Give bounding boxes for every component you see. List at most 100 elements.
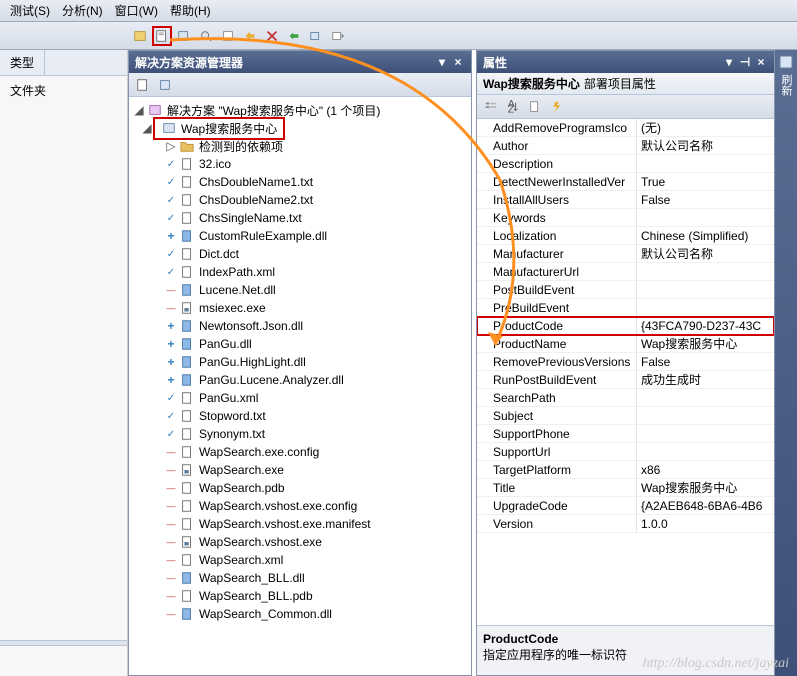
property-value[interactable]: 成功生成时 bbox=[637, 371, 774, 388]
property-value[interactable]: Chinese (Simplified) bbox=[637, 227, 774, 244]
tree-file[interactable]: 32.ico bbox=[129, 155, 471, 173]
tree-file[interactable]: Lucene.Net.dll bbox=[129, 281, 471, 299]
property-row[interactable]: Manufacturer 默认公司名称 bbox=[477, 245, 774, 263]
property-value[interactable]: x86 bbox=[637, 461, 774, 478]
tree-file[interactable]: ChsDoubleName1.txt bbox=[129, 173, 471, 191]
toolbar-btn-8[interactable] bbox=[284, 26, 304, 46]
dropdown-icon[interactable]: ▾ bbox=[722, 55, 736, 69]
close-icon[interactable]: × bbox=[451, 55, 465, 69]
property-value[interactable]: Wap搜索服务中心 bbox=[637, 479, 774, 496]
property-row[interactable]: Version 1.0.0 bbox=[477, 515, 774, 533]
property-row[interactable]: AddRemoveProgramsIco (无) bbox=[477, 119, 774, 137]
property-value[interactable] bbox=[637, 281, 774, 298]
property-row[interactable]: ProductName Wap搜索服务中心 bbox=[477, 335, 774, 353]
property-row[interactable]: PostBuildEvent bbox=[477, 281, 774, 299]
property-value[interactable] bbox=[637, 443, 774, 460]
property-row[interactable]: UpgradeCode {A2AEB648-6BA6-4B6 bbox=[477, 497, 774, 515]
property-value[interactable]: (无) bbox=[637, 119, 774, 136]
pin-icon[interactable]: ⊣ bbox=[738, 55, 752, 69]
tree-file[interactable]: WapSearch.xml bbox=[129, 551, 471, 569]
tree-file[interactable]: ChsSingleName.txt bbox=[129, 209, 471, 227]
menu-test[interactable]: 测试(S) bbox=[4, 0, 56, 21]
tree-file[interactable]: PanGu.Lucene.Analyzer.dll bbox=[129, 371, 471, 389]
property-row[interactable]: Description bbox=[477, 155, 774, 173]
props-object-selector[interactable]: Wap搜索服务中心 部署项目属性 bbox=[477, 73, 774, 95]
property-value[interactable] bbox=[637, 155, 774, 172]
property-value[interactable]: False bbox=[637, 353, 774, 370]
tree-project[interactable]: ◢ Wap搜索服务中心 bbox=[129, 119, 471, 137]
property-value[interactable]: 默认公司名称 bbox=[637, 137, 774, 154]
property-row[interactable]: ProductCode {43FCA790-D237-43C bbox=[477, 317, 774, 335]
toolbar-btn-10[interactable] bbox=[328, 26, 348, 46]
toolbar-btn-6[interactable] bbox=[240, 26, 260, 46]
props-header[interactable]: 属性 ▾ ⊣ × bbox=[477, 51, 774, 73]
property-value[interactable] bbox=[637, 299, 774, 316]
tree-file[interactable]: Dict.dct bbox=[129, 245, 471, 263]
property-row[interactable]: Author 默认公司名称 bbox=[477, 137, 774, 155]
tree-file[interactable]: WapSearch.vshost.exe bbox=[129, 533, 471, 551]
props-categorize-btn[interactable] bbox=[481, 97, 501, 117]
menu-help[interactable]: 帮助(H) bbox=[164, 0, 217, 21]
property-value[interactable]: False bbox=[637, 191, 774, 208]
tree-file[interactable]: PanGu.xml bbox=[129, 389, 471, 407]
property-value[interactable]: 默认公司名称 bbox=[637, 245, 774, 262]
tree-file[interactable]: PanGu.dll bbox=[129, 335, 471, 353]
props-alpha-btn[interactable]: AZ bbox=[503, 97, 523, 117]
close-icon[interactable]: × bbox=[754, 55, 768, 69]
tree-file[interactable]: Stopword.txt bbox=[129, 407, 471, 425]
property-value[interactable]: {43FCA790-D237-43C bbox=[637, 317, 774, 334]
property-value[interactable] bbox=[637, 209, 774, 226]
props-pages-btn[interactable] bbox=[525, 97, 545, 117]
property-value[interactable]: True bbox=[637, 173, 774, 190]
property-row[interactable]: SupportPhone bbox=[477, 425, 774, 443]
property-value[interactable]: Wap搜索服务中心 bbox=[637, 335, 774, 352]
collapse-icon[interactable]: ◢ bbox=[141, 122, 153, 134]
left-tab-type[interactable]: 类型 bbox=[0, 50, 45, 75]
collapse-icon[interactable]: ◢ bbox=[133, 104, 145, 116]
menu-window[interactable]: 窗口(W) bbox=[109, 0, 164, 21]
property-value[interactable] bbox=[637, 389, 774, 406]
toolbar-btn-4[interactable] bbox=[196, 26, 216, 46]
tree-file[interactable]: Synonym.txt bbox=[129, 425, 471, 443]
tree-file[interactable]: WapSearch_Common.dll bbox=[129, 605, 471, 623]
right-dock-strip[interactable]: 刷新 bbox=[775, 50, 797, 676]
property-row[interactable]: SupportUrl bbox=[477, 443, 774, 461]
property-row[interactable]: RunPostBuildEvent 成功生成时 bbox=[477, 371, 774, 389]
property-row[interactable]: InstallAllUsers False bbox=[477, 191, 774, 209]
property-grid[interactable]: AddRemoveProgramsIco (无) Author 默认公司名称 D… bbox=[477, 119, 774, 625]
tree-file[interactable]: WapSearch_BLL.pdb bbox=[129, 587, 471, 605]
property-row[interactable]: Localization Chinese (Simplified) bbox=[477, 227, 774, 245]
explorer-header[interactable]: 解决方案资源管理器 ▾ × bbox=[129, 51, 471, 73]
toolbar-btn-3[interactable] bbox=[174, 26, 194, 46]
tree-file[interactable]: Newtonsoft.Json.dll bbox=[129, 317, 471, 335]
tree-file[interactable]: IndexPath.xml bbox=[129, 263, 471, 281]
dropdown-icon[interactable]: ▾ bbox=[435, 55, 449, 69]
tree-file[interactable]: WapSearch.vshost.exe.manifest bbox=[129, 515, 471, 533]
solution-tree[interactable]: ◢ 解决方案 "Wap搜索服务中心" (1 个项目) ◢ Wap搜索服务中心 ▷… bbox=[129, 97, 471, 675]
tree-file[interactable]: CustomRuleExample.dll bbox=[129, 227, 471, 245]
tree-file[interactable]: msiexec.exe bbox=[129, 299, 471, 317]
property-row[interactable]: SearchPath bbox=[477, 389, 774, 407]
tree-deps-folder[interactable]: ▷ 检测到的依赖项 bbox=[129, 137, 471, 155]
property-row[interactable]: DetectNewerInstalledVer True bbox=[477, 173, 774, 191]
property-row[interactable]: TargetPlatform x86 bbox=[477, 461, 774, 479]
toolbar-btn-7[interactable] bbox=[262, 26, 282, 46]
tree-file[interactable]: WapSearch.pdb bbox=[129, 479, 471, 497]
property-row[interactable]: ManufacturerUrl bbox=[477, 263, 774, 281]
left-item-folder[interactable]: 文件夹 bbox=[10, 82, 117, 99]
props-events-btn[interactable] bbox=[547, 97, 567, 117]
expand-icon[interactable]: ▷ bbox=[165, 140, 177, 152]
tree-file[interactable]: ChsDoubleName2.txt bbox=[129, 191, 471, 209]
tree-file[interactable]: WapSearch_BLL.dll bbox=[129, 569, 471, 587]
explorer-tb-2[interactable] bbox=[155, 75, 175, 95]
menu-analyze[interactable]: 分析(N) bbox=[56, 0, 109, 21]
property-value[interactable] bbox=[637, 425, 774, 442]
explorer-tb-1[interactable] bbox=[133, 75, 153, 95]
tree-file[interactable]: WapSearch.vshost.exe.config bbox=[129, 497, 471, 515]
property-value[interactable] bbox=[637, 407, 774, 424]
tree-file[interactable]: PanGu.HighLight.dll bbox=[129, 353, 471, 371]
property-value[interactable] bbox=[637, 263, 774, 280]
toolbar-btn-5[interactable] bbox=[218, 26, 238, 46]
tree-file[interactable]: WapSearch.exe bbox=[129, 461, 471, 479]
toolbar-btn-9[interactable] bbox=[306, 26, 326, 46]
